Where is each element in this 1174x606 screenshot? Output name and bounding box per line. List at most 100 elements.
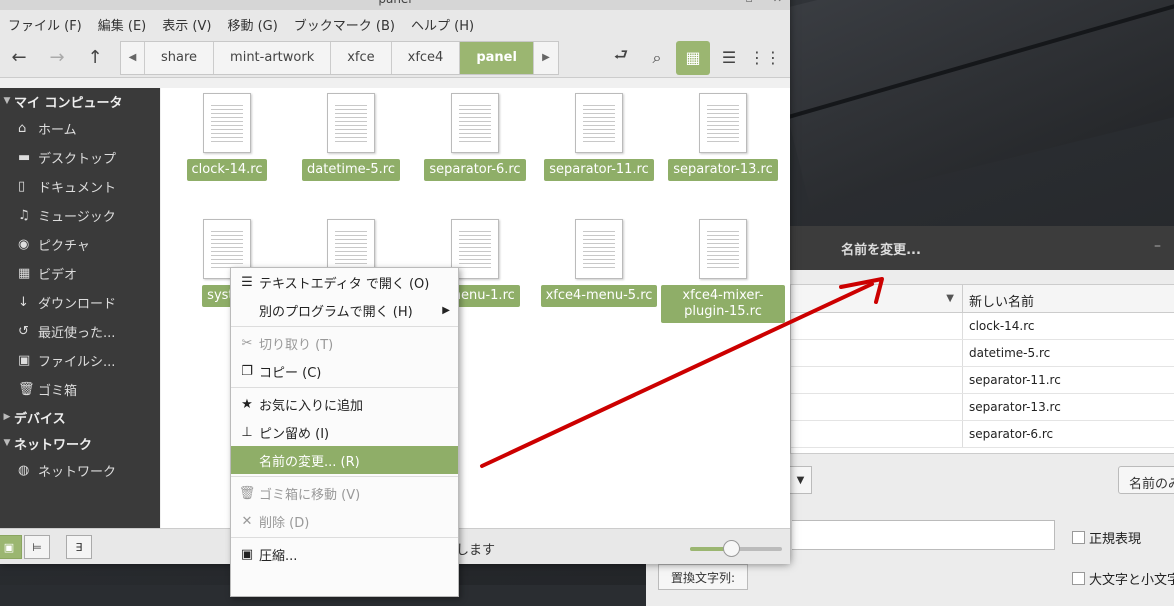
network-icon: ◍	[18, 463, 30, 478]
forward-button[interactable]: →	[38, 40, 76, 76]
menu-bar: ファイル (F) 編集 (E) 表示 (V) 移動 (G) ブックマーク (B) ヘルプ …	[0, 10, 790, 38]
context-menu-item[interactable]: 名前の変更... (R)	[231, 446, 458, 474]
regex-checkbox[interactable]: 正規表現	[1072, 528, 1141, 547]
sidebar-item[interactable]: ▬ デスクトップ	[0, 143, 160, 172]
compress-icon: ▣	[240, 546, 254, 562]
document-icon: ▯	[18, 179, 26, 194]
sidebar-section-my-computer[interactable]: ▼ マイ コンピュータ	[0, 88, 160, 114]
new-name-cell: datetime-5.rc	[969, 346, 1051, 360]
checkbox-box[interactable]	[1072, 572, 1085, 585]
breadcrumb-item[interactable]: xfce	[331, 41, 392, 74]
table-row[interactable]: separator-11.rc	[791, 367, 1174, 394]
sidebar-item[interactable]: ◉ ピクチャ	[0, 230, 160, 259]
places-button[interactable]: ▣	[0, 535, 22, 559]
sidebar-item[interactable]: ◍ ネットワーク	[0, 456, 160, 485]
new-name-cell: separator-6.rc	[969, 427, 1054, 441]
sidebar-item[interactable]: ▣ ファイルシ...	[0, 346, 160, 375]
context-menu-item[interactable]: 別のプログラムで開く (H) ▶	[231, 296, 458, 324]
maximize-icon[interactable]: ▫	[745, 0, 752, 5]
case-checkbox[interactable]: 大文字と小文字	[1072, 569, 1174, 588]
name-only-button[interactable]: 名前のみ	[1118, 466, 1174, 494]
context-menu-item[interactable]: ✕ 削除 (D)	[231, 507, 458, 535]
sidebar-section-network[interactable]: ▼ ネットワーク	[0, 430, 160, 456]
status-text: します	[456, 543, 496, 558]
home-icon: ⌂	[18, 121, 27, 136]
menu-item[interactable]: ヘルプ (H)	[403, 15, 482, 34]
sidebar-item[interactable]: ↺ 最近使った...	[0, 317, 160, 346]
compact-view-button[interactable]: ⋮⋮	[748, 41, 782, 75]
breadcrumb-item[interactable]: xfce4	[392, 41, 461, 74]
file-item[interactable]: separator-13.rc	[661, 93, 785, 181]
sidebar-item-label: ゴミ箱	[38, 384, 78, 399]
file-item[interactable]: separator-6.rc	[413, 93, 537, 181]
zoom-knob[interactable]	[723, 540, 741, 557]
context-menu-item[interactable]: ▣ 圧縮...	[231, 540, 458, 568]
minimize-icon[interactable]: —	[714, 0, 725, 5]
sidebar-item[interactable]: 🗑 ゴミ箱	[0, 375, 160, 404]
context-menu-label: コピー (C)	[259, 365, 322, 381]
file-name: separator-13.rc	[668, 159, 778, 181]
sidebar-item[interactable]: ⌂ ホーム	[0, 114, 160, 143]
context-menu-item[interactable]: ★ お気に入りに追加	[231, 390, 458, 418]
file-item[interactable]: datetime-5.rc	[289, 93, 413, 181]
up-button[interactable]: ↑	[76, 40, 114, 76]
sidebar-item[interactable]: ♫ ミュージック	[0, 201, 160, 230]
search-icon[interactable]: ⌕	[640, 41, 674, 75]
list-view-button[interactable]: ☰	[712, 41, 746, 75]
file-item[interactable]: xfce4-mixer-plugin-15.rc	[661, 219, 785, 323]
tree-button[interactable]: ⊨	[24, 535, 50, 559]
search-field[interactable]	[792, 520, 1055, 550]
context-menu-item[interactable]: 🗑 ゴミ箱に移動 (V)	[231, 479, 458, 507]
context-menu-item[interactable]: ❐ コピー (C)	[231, 357, 458, 385]
zoom-slider[interactable]	[690, 540, 782, 557]
file-item[interactable]: clock-14.rc	[165, 93, 289, 181]
sidebar-item[interactable]: ▦ ビデオ	[0, 259, 160, 288]
table-row[interactable]: clock-14.rc	[791, 313, 1174, 340]
minimize-icon[interactable]: –	[1154, 238, 1161, 254]
delete-icon: ✕	[241, 513, 253, 529]
breadcrumb-item[interactable]: panel	[460, 41, 534, 74]
close-icon[interactable]: ✕	[773, 0, 782, 5]
menu-item[interactable]: 移動 (G)	[219, 15, 285, 34]
expander-icon[interactable]: ▶	[0, 412, 14, 422]
context-menu-item[interactable]: ✂ 切り取り (T)	[231, 329, 458, 357]
sidebar-item[interactable]: ↓ ダウンロード	[0, 288, 160, 317]
title-bar: panel — ▫ ✕	[0, 0, 790, 10]
breadcrumb-left-icon[interactable]: ◀	[121, 41, 145, 74]
sidebar-section-devices-label: デバイス	[14, 411, 66, 427]
menu-item[interactable]: 編集 (E)	[90, 15, 155, 34]
dropdown-arrow-icon[interactable]: ▼	[790, 466, 812, 494]
context-menu-label: テキストエディタ で開く (O)	[259, 276, 430, 292]
original-name-column-header[interactable]: ▼	[791, 285, 963, 312]
music-icon: ♫	[18, 208, 30, 223]
sidebar-section-devices[interactable]: ▶ デバイス	[0, 404, 160, 430]
menu-item[interactable]: ブックマーク (B)	[286, 15, 403, 34]
expander-icon[interactable]: ▼	[0, 96, 14, 106]
icon-view-button[interactable]: ▦	[676, 40, 710, 75]
table-row[interactable]: datetime-5.rc	[791, 340, 1174, 367]
menu-separator	[231, 387, 458, 388]
breadcrumb-item[interactable]: share	[145, 41, 215, 74]
sidebar-section-my-computer-label: マイ コンピュータ	[14, 95, 123, 111]
file-item[interactable]: xfce4-menu-5.rc	[537, 219, 661, 307]
sidebar-item[interactable]: ▯ ドキュメント	[0, 172, 160, 201]
table-row[interactable]: separator-6.rc	[791, 421, 1174, 448]
breadcrumb-right-icon[interactable]: ▶	[534, 42, 558, 74]
context-menu-item[interactable]: ☰ テキストエディタ で開く (O)	[231, 268, 458, 296]
favorite-icon: ★	[241, 396, 253, 412]
table-row[interactable]: separator-13.rc	[791, 394, 1174, 421]
breadcrumb: ◀ share mint-artwork xfce xfce4 panel ▶	[120, 40, 559, 75]
file-item[interactable]: separator-11.rc	[537, 93, 661, 181]
new-name-column-header[interactable]: 新しい名前	[963, 285, 1040, 312]
hide-sidebar-button[interactable]: ∃	[66, 535, 92, 559]
context-menu-item[interactable]: ⊥ ピン留め (I)	[231, 418, 458, 446]
expander-icon[interactable]: ▼	[0, 438, 14, 448]
sidebar-item-label: デスクトップ	[38, 152, 117, 167]
menu-item[interactable]: 表示 (V)	[154, 15, 219, 34]
breadcrumb-item[interactable]: mint-artwork	[214, 41, 332, 74]
back-button[interactable]: ←	[0, 40, 38, 76]
checkbox-box[interactable]	[1072, 531, 1085, 544]
menu-item[interactable]: ファイル (F)	[0, 15, 90, 34]
location-toggle-icon[interactable]: ⮐	[604, 41, 638, 75]
sidebar-item-label: ビデオ	[38, 268, 78, 283]
